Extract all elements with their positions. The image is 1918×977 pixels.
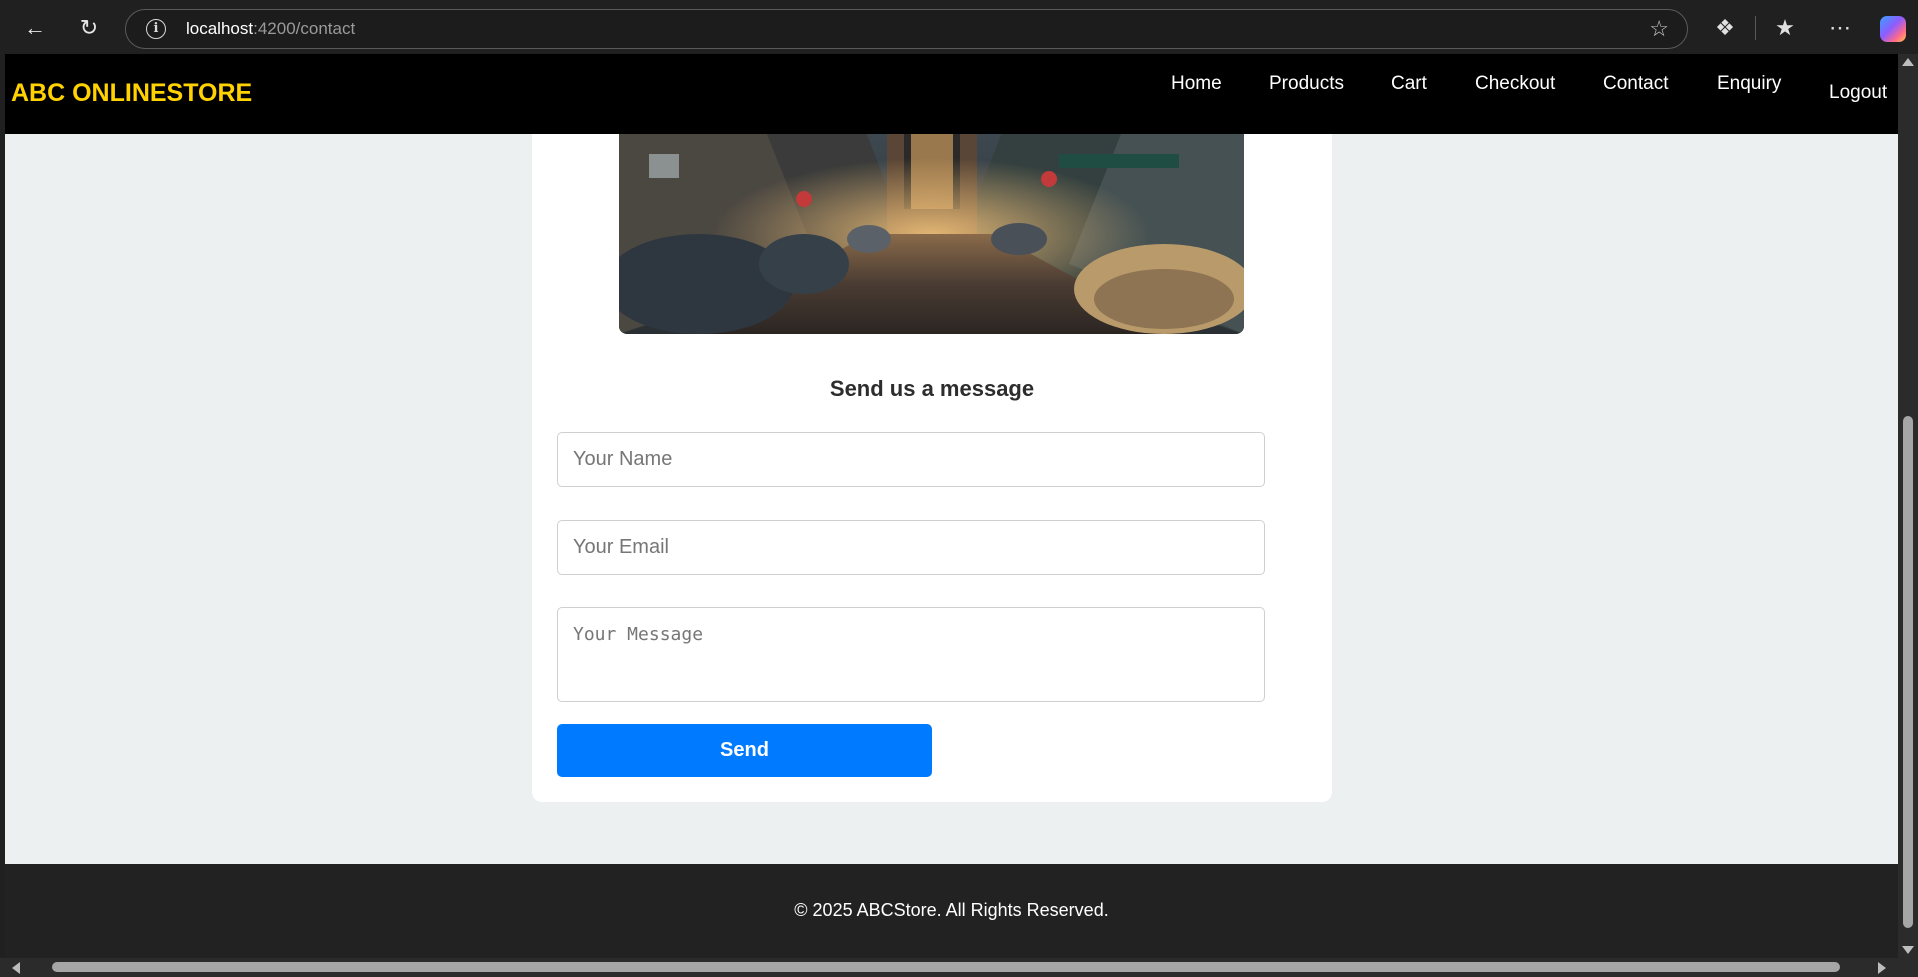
- nav-enquiry[interactable]: Enquiry: [1717, 73, 1781, 95]
- back-arrow-icon[interactable]: ←: [19, 12, 51, 44]
- nav-logout[interactable]: Logout: [1829, 82, 1887, 104]
- browser-toolbar: ← ↻ i localhost:4200/contact ☆ ❖ ★ ⋯: [0, 0, 1918, 54]
- refresh-icon[interactable]: ↻: [73, 12, 105, 44]
- form-title: Send us a message: [829, 376, 1035, 401]
- name-input[interactable]: [557, 432, 1265, 487]
- scroll-up-arrow-icon[interactable]: [1902, 58, 1914, 66]
- vertical-scrollbar[interactable]: [1898, 54, 1918, 958]
- street-photo: [619, 114, 1244, 334]
- message-textarea[interactable]: [557, 607, 1265, 702]
- extensions-icon[interactable]: ❖: [1708, 12, 1742, 44]
- nav-home[interactable]: Home: [1171, 73, 1222, 95]
- nav-products[interactable]: Products: [1269, 73, 1344, 95]
- brand-logo[interactable]: ABC ONLINESTORE: [11, 79, 252, 108]
- scroll-down-arrow-icon[interactable]: [1902, 946, 1914, 954]
- url-host: localhost: [186, 19, 254, 38]
- site-header: ABC ONLINESTORE Home Products Cart Check…: [5, 54, 1898, 134]
- nav-contact[interactable]: Contact: [1603, 73, 1668, 95]
- site-footer: © 2025 ABCStore. All Rights Reserved.: [5, 864, 1898, 958]
- favorites-icon[interactable]: ★: [1768, 12, 1802, 44]
- favorite-star-icon[interactable]: ☆: [1649, 16, 1669, 42]
- toolbar-divider: [1755, 16, 1756, 40]
- copilot-icon[interactable]: [1880, 16, 1906, 42]
- horizontal-scroll-thumb[interactable]: [52, 962, 1840, 972]
- send-button[interactable]: Send: [557, 724, 932, 777]
- site-info-icon[interactable]: i: [146, 19, 166, 39]
- more-icon[interactable]: ⋯: [1823, 12, 1857, 44]
- nav-checkout[interactable]: Checkout: [1475, 73, 1555, 95]
- contact-card: Send us a message Send: [532, 114, 1332, 802]
- copyright-text: © 2025 ABCStore. All Rights Reserved.: [794, 900, 1109, 920]
- url-text[interactable]: localhost:4200/contact: [186, 19, 355, 39]
- email-input[interactable]: [557, 520, 1265, 575]
- horizontal-scrollbar[interactable]: [0, 958, 1898, 977]
- address-bar[interactable]: i localhost:4200/contact ☆: [125, 9, 1688, 49]
- street-photo-image: [619, 114, 1244, 334]
- url-path: :4200/contact: [253, 19, 356, 38]
- scroll-right-arrow-icon[interactable]: [1878, 962, 1886, 974]
- scrollbar-corner: [1898, 958, 1918, 977]
- vertical-scroll-thumb[interactable]: [1903, 416, 1913, 928]
- nav-cart[interactable]: Cart: [1391, 73, 1427, 95]
- scroll-left-arrow-icon[interactable]: [12, 962, 20, 974]
- page-viewport: Send us a message Send ABC ONLINESTORE H…: [5, 54, 1898, 958]
